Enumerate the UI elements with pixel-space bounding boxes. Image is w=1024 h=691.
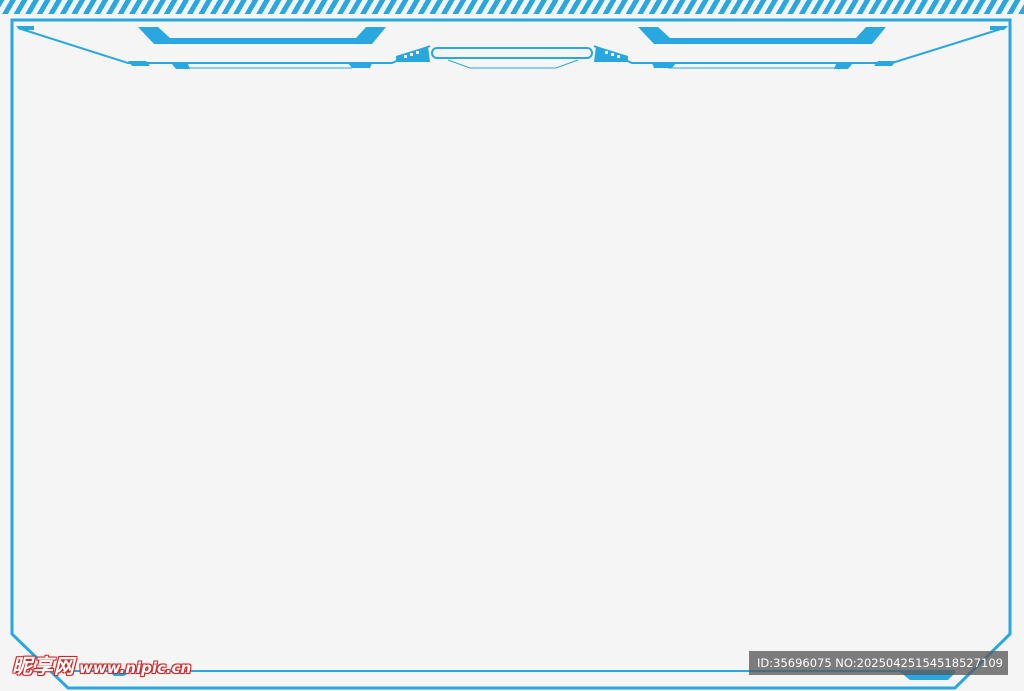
corner-tick-top-right (990, 26, 1008, 30)
nub-left-3 (348, 63, 372, 68)
corner-tick-top-left (16, 26, 34, 30)
center-accent-left-dot-2 (410, 53, 413, 56)
nub-left-1 (128, 61, 150, 66)
center-accent-right-dot-1 (617, 55, 620, 58)
watermark-logo-text: 昵享网 (12, 654, 75, 678)
watermark-logo: 昵享网 www.nipic.cn (12, 650, 191, 679)
nub-right-1 (874, 61, 896, 66)
center-accent-right-dot-3 (605, 51, 608, 54)
center-accent-left-dot-1 (404, 55, 407, 58)
top-left-tab (138, 27, 386, 44)
outer-frame-border (10, 18, 1012, 690)
hud-frame-graphic (10, 18, 1012, 690)
nub-left-2 (172, 64, 190, 69)
frame-top-left-edge (17, 27, 360, 64)
top-right-tab (638, 27, 886, 44)
nub-right-2 (834, 64, 852, 69)
watermark-logo-url: www.nipic.cn (79, 659, 192, 677)
center-accent-right-dot-2 (611, 53, 614, 56)
nub-right-3 (652, 63, 676, 68)
frame-top-right-edge (664, 27, 1005, 64)
hud-frame-canvas: 昵享网 www.nipic.cn ID:35696075 NO:202504251… (0, 0, 1024, 691)
watermark-id-badge: ID:35696075 NO:20250425154518527109 (749, 651, 1008, 675)
center-lower-trapezoid (447, 59, 579, 69)
center-accent-left-dot-3 (416, 51, 419, 54)
center-capsule (431, 47, 593, 59)
